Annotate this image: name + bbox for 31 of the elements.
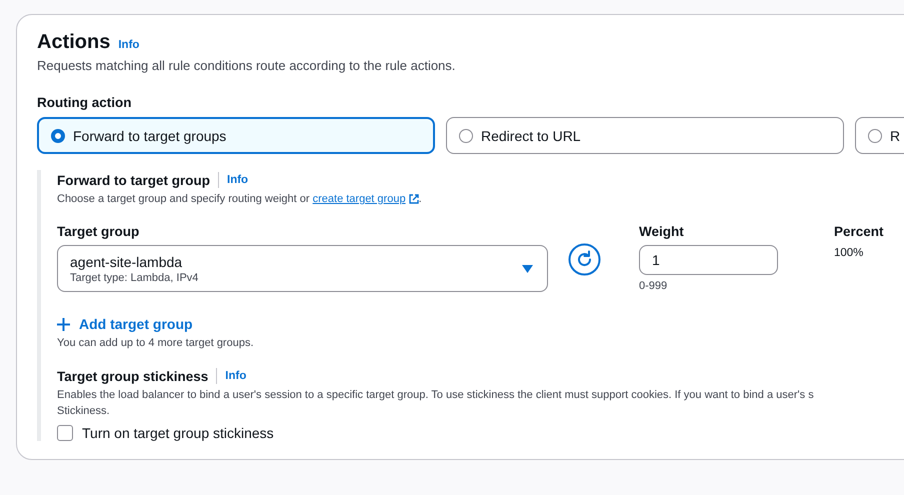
routing-option[interactable]: R <box>855 117 904 154</box>
field-label: Routing action <box>37 95 132 110</box>
field-label: Weight <box>639 224 685 239</box>
routing-option[interactable]: Redirect to URL <box>446 117 844 154</box>
weight-hint: 0-999 <box>639 280 668 292</box>
add-target-group-button[interactable]: Add target group <box>57 316 193 332</box>
percent-value: 100% <box>834 247 864 259</box>
routing-option[interactable]: Forward to target groups <box>37 117 435 154</box>
weight-input[interactable]: 1 <box>639 245 778 275</box>
subsection-title: Forward to target group <box>57 172 210 188</box>
stickiness-description: Enables the load balancer to bind a user's session to a specific target group. To use stickiness the client must support cookies. If you want to bind a user's s Stickiness. <box>57 388 815 419</box>
subsection-title: Target group stickiness <box>57 368 208 384</box>
info-link[interactable]: Info <box>227 174 248 186</box>
info-link[interactable]: Info <box>118 39 140 51</box>
target-group-select[interactable]: agent-site-lambda Target type: Lambda, IPv4 <box>57 245 548 292</box>
refresh-button[interactable] <box>568 243 601 276</box>
field-label: Percent <box>834 224 885 239</box>
section-title: Actions <box>37 31 110 54</box>
radio-icon <box>51 128 65 142</box>
external-link-icon <box>408 194 419 204</box>
subsection-description: Choose a target group and specify routing weight or create target group . <box>57 191 423 207</box>
info-link[interactable]: Info <box>225 370 246 382</box>
radio-icon <box>868 128 882 142</box>
caret-down-icon <box>522 264 533 272</box>
stickiness-checkbox[interactable]: Turn on target group stickiness <box>57 425 904 441</box>
section-description: Requests matching all rule conditions route according to the rule actions. <box>37 58 456 73</box>
field-label: Target group <box>57 224 140 239</box>
create-target-group-link[interactable]: create target group <box>312 191 419 207</box>
add-hint: You can add up to 4 more target groups. <box>57 336 255 351</box>
plus-icon <box>57 318 70 330</box>
radio-icon <box>459 128 473 142</box>
